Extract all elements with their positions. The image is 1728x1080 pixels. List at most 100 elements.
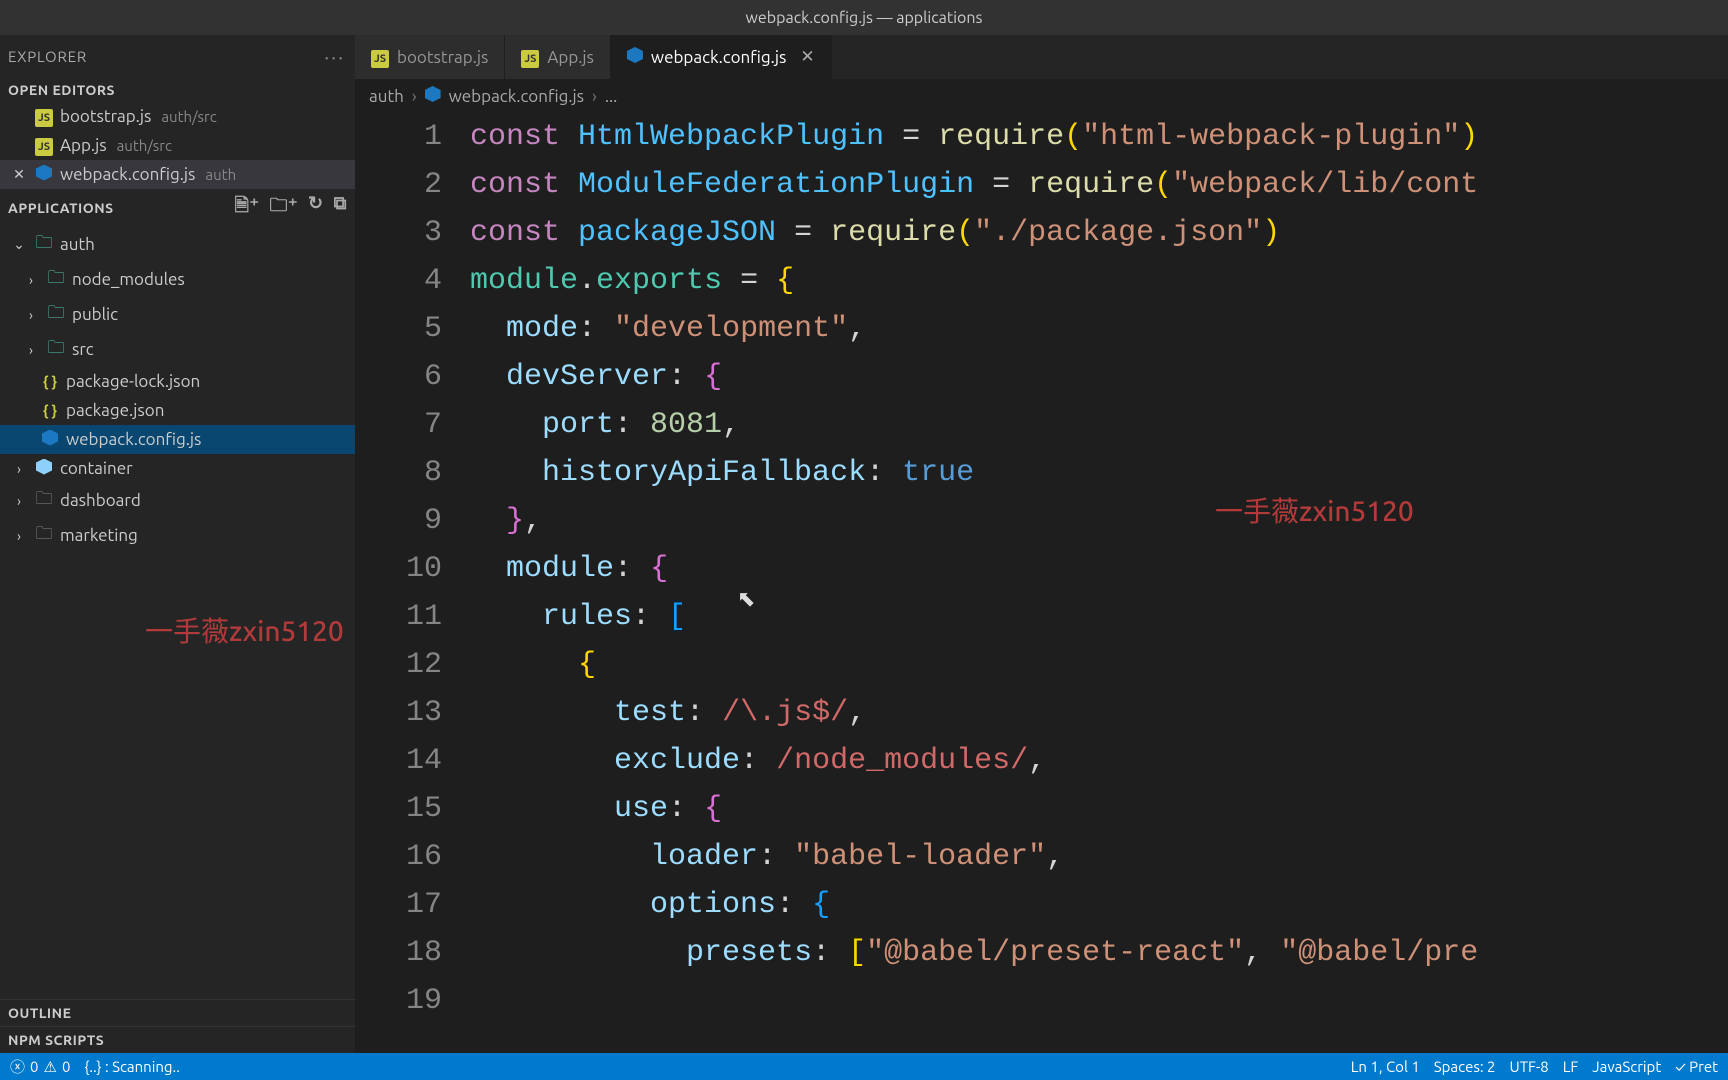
js-icon: JS	[34, 106, 54, 127]
main-layout: EXPLORER ··· OPEN EDITORS JS bootstrap.j…	[0, 35, 1728, 1053]
webpack-icon	[40, 430, 60, 450]
tree-item-name: package-lock.json	[66, 372, 200, 391]
tree-folder-auth[interactable]: ⌄ 🗀 auth	[0, 227, 355, 262]
folder-icon: 🗀	[46, 300, 66, 329]
tree-folder[interactable]: › 🗀 dashboard	[0, 483, 355, 518]
json-icon: { }	[40, 372, 60, 391]
tree-item-name: container	[60, 459, 133, 478]
breadcrumb[interactable]: auth › webpack.config.js › ...	[355, 79, 1728, 113]
breadcrumb-segment[interactable]: auth	[369, 87, 404, 106]
open-editor-meta: auth	[205, 166, 236, 183]
tab-webpack-config[interactable]: webpack.config.js ✕	[611, 35, 832, 79]
error-icon: ⓧ	[10, 1056, 25, 1077]
code-editor[interactable]: 12345678910111213141516171819 const Html…	[355, 113, 1728, 1053]
tree-folder[interactable]: › 🗀 src	[0, 332, 355, 367]
close-icon[interactable]: ✕	[10, 166, 28, 183]
close-icon[interactable]: ✕	[800, 47, 814, 67]
outline-section[interactable]: OUTLINE	[0, 999, 355, 1026]
open-editor-item[interactable]: JS App.js auth/src	[0, 131, 355, 160]
tree-item-name: dashboard	[60, 491, 141, 510]
chevron-right-icon: ›	[22, 342, 40, 358]
refresh-icon[interactable]: ↻	[308, 193, 324, 223]
folder-icon: 🗀	[46, 265, 66, 294]
status-bar: ⓧ 0 ⚠ 0 {..} : Scanning.. Ln 1, Col 1 Sp…	[0, 1053, 1728, 1080]
tree-folder[interactable]: › 🗀 public	[0, 297, 355, 332]
chevron-right-icon: ›	[22, 272, 40, 288]
tree-folder[interactable]: › container	[0, 454, 355, 483]
status-encoding[interactable]: UTF-8	[1509, 1058, 1548, 1075]
status-eol[interactable]: LF	[1563, 1058, 1579, 1075]
tab-label: bootstrap.js	[397, 48, 488, 67]
tree-file[interactable]: { } package-lock.json	[0, 367, 355, 396]
tab-app[interactable]: JS App.js	[505, 35, 611, 79]
tree-folder[interactable]: › 🗀 marketing	[0, 518, 355, 553]
editor-tabs: JS bootstrap.js JS App.js webpack.config…	[355, 35, 1728, 79]
open-editor-name: webpack.config.js	[60, 165, 195, 184]
chevron-right-icon: ›	[10, 461, 28, 477]
tree-file[interactable]: { } package.json	[0, 396, 355, 425]
tab-bootstrap[interactable]: JS bootstrap.js	[355, 35, 505, 79]
webpack-icon	[34, 165, 54, 185]
explorer-title: EXPLORER	[8, 48, 87, 65]
status-language[interactable]: JavaScript	[1592, 1058, 1661, 1075]
open-editors-label: OPEN EDITORS	[8, 82, 115, 98]
section-actions: 🗎⁺ 🗀⁺ ↻ ⧉	[235, 193, 347, 223]
json-icon: { }	[40, 401, 60, 420]
webpack-icon	[425, 86, 441, 106]
code-content[interactable]: const HtmlWebpackPlugin = require("html-…	[470, 113, 1728, 1053]
chevron-right-icon: ›	[412, 87, 417, 106]
applications-section[interactable]: APPLICATIONS 🗎⁺ 🗀⁺ ↻ ⧉	[0, 189, 355, 227]
js-icon: JS	[34, 135, 54, 156]
npm-scripts-section[interactable]: NPM SCRIPTS	[0, 1026, 355, 1053]
folder-icon: 🗀	[46, 335, 66, 364]
breadcrumb-segment[interactable]: ...	[605, 87, 618, 106]
chevron-right-icon: ›	[10, 493, 28, 509]
status-warnings-count: 0	[62, 1058, 70, 1075]
chevron-right-icon: ›	[592, 87, 597, 106]
tree-item-name: node_modules	[72, 270, 185, 289]
explorer-more-icon[interactable]: ···	[324, 45, 345, 68]
status-errors[interactable]: ⓧ 0 ⚠ 0	[10, 1056, 70, 1077]
explorer-header: EXPLORER ···	[0, 35, 355, 78]
open-editor-meta: auth/src	[117, 137, 172, 154]
chevron-down-icon: ⌄	[10, 236, 28, 253]
js-icon: JS	[371, 47, 389, 68]
chevron-right-icon: ›	[22, 307, 40, 323]
open-editor-name: bootstrap.js	[60, 107, 151, 126]
status-scanning[interactable]: {..} : Scanning..	[84, 1058, 180, 1075]
chevron-right-icon: ›	[10, 528, 28, 544]
webpack-icon	[34, 459, 54, 479]
webpack-icon	[627, 47, 643, 67]
js-icon: JS	[521, 47, 539, 68]
new-file-icon[interactable]: 🗎⁺	[235, 193, 260, 223]
tab-label: webpack.config.js	[651, 48, 786, 67]
applications-label: APPLICATIONS	[8, 200, 114, 216]
tree-item-name: public	[72, 305, 118, 324]
window-titlebar: webpack.config.js — applications	[0, 0, 1728, 35]
folder-icon: 🗀	[34, 521, 54, 550]
tree-folder-name: auth	[60, 235, 95, 254]
new-folder-icon[interactable]: 🗀⁺	[270, 193, 299, 223]
tree-item-name: webpack.config.js	[66, 430, 201, 449]
open-editor-item[interactable]: ✕ webpack.config.js auth	[0, 160, 355, 189]
status-errors-count: 0	[30, 1058, 38, 1075]
tree-folder[interactable]: › 🗀 node_modules	[0, 262, 355, 297]
tree-item-name: src	[72, 340, 94, 359]
collapse-icon[interactable]: ⧉	[334, 193, 347, 223]
open-editor-meta: auth/src	[161, 108, 216, 125]
outline-label: OUTLINE	[8, 1005, 71, 1021]
breadcrumb-segment[interactable]: webpack.config.js	[449, 87, 584, 106]
tab-label: App.js	[547, 48, 594, 67]
open-editors-section[interactable]: OPEN EDITORS	[0, 78, 355, 102]
folder-icon: 🗀	[34, 230, 54, 259]
open-editor-item[interactable]: JS bootstrap.js auth/src	[0, 102, 355, 131]
editor-area: JS bootstrap.js JS App.js webpack.config…	[355, 35, 1728, 1053]
status-prettier[interactable]: ✓ Pret	[1675, 1058, 1718, 1075]
open-editor-name: App.js	[60, 136, 107, 155]
explorer-panel: EXPLORER ··· OPEN EDITORS JS bootstrap.j…	[0, 35, 355, 1053]
status-ln-col[interactable]: Ln 1, Col 1	[1351, 1058, 1420, 1075]
status-spaces[interactable]: Spaces: 2	[1434, 1058, 1496, 1075]
npm-scripts-label: NPM SCRIPTS	[8, 1032, 104, 1048]
tree-file[interactable]: webpack.config.js	[0, 425, 355, 454]
folder-icon: 🗀	[34, 486, 54, 515]
